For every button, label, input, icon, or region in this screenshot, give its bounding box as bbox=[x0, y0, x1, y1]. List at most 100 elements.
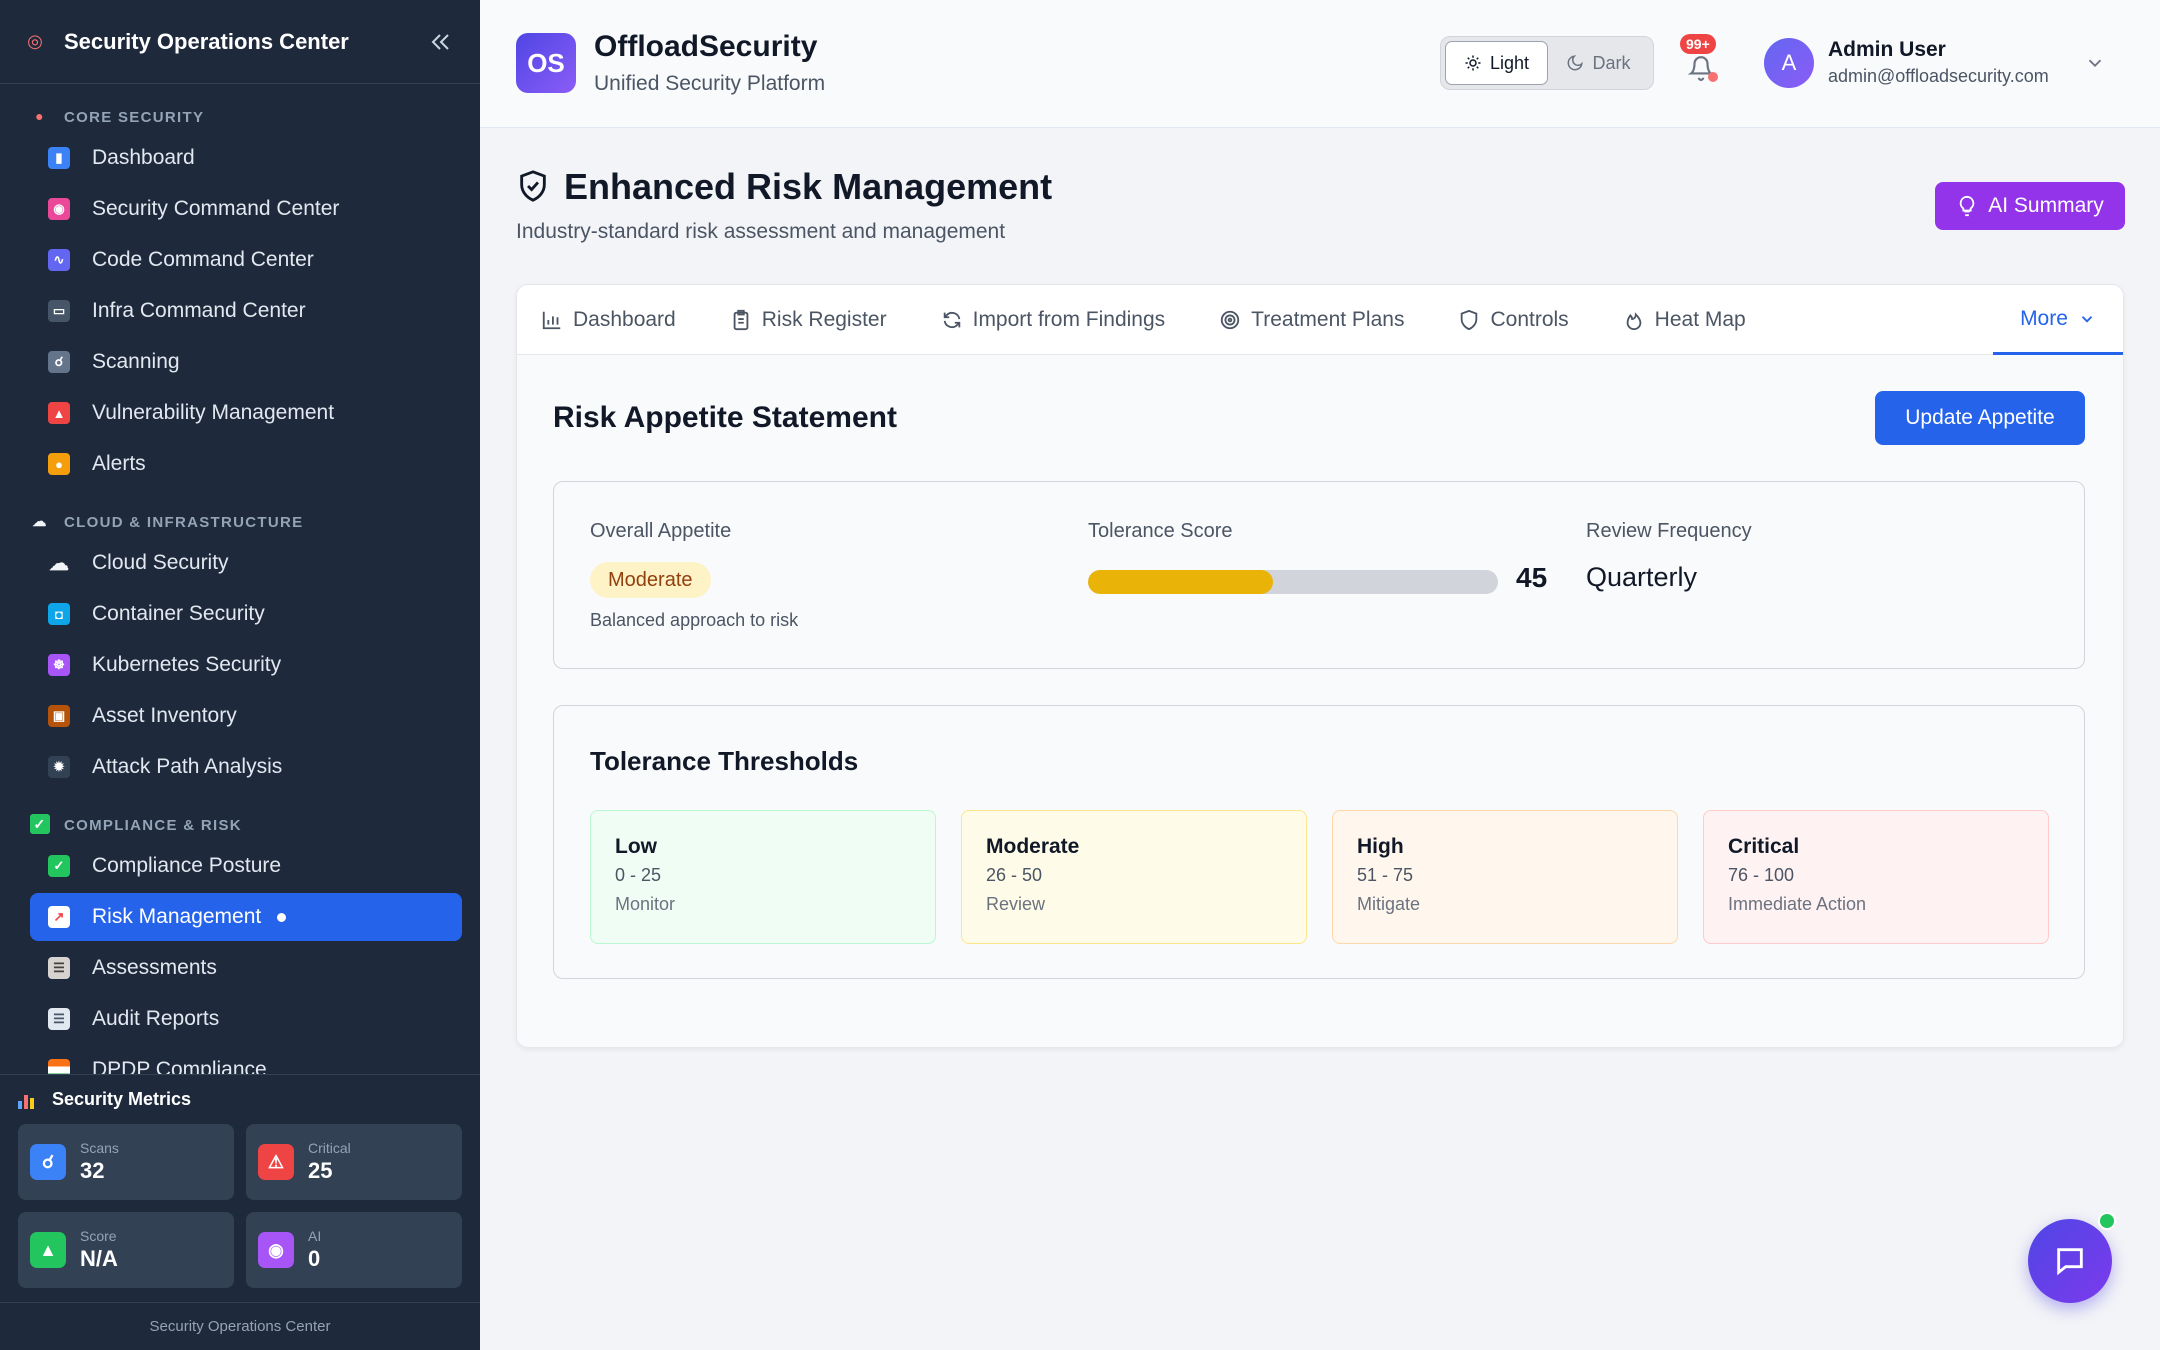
collapse-sidebar-icon[interactable] bbox=[426, 27, 456, 57]
bell-icon: ● bbox=[48, 453, 70, 475]
magnifier-icon: ☌ bbox=[30, 1144, 66, 1180]
tab-label: Heat Map bbox=[1654, 307, 1746, 331]
avatar[interactable]: A bbox=[1764, 38, 1814, 88]
helm-icon: ☸ bbox=[48, 654, 70, 676]
metric-label: Scans bbox=[80, 1140, 119, 1156]
notifications-button[interactable]: 99+ bbox=[1680, 34, 1720, 86]
update-appetite-button[interactable]: Update Appetite bbox=[1875, 391, 2085, 445]
threshold-range: 0 - 25 bbox=[615, 865, 662, 885]
risk-management-card: Dashboard Risk Register Import from Find… bbox=[516, 284, 2124, 1048]
threshold-range: 26 - 50 bbox=[986, 865, 1043, 885]
sidebar-item-label: Asset Inventory bbox=[92, 704, 237, 727]
tolerance-thresholds-box: Tolerance Thresholds Low 0 - 25 Monitor … bbox=[553, 705, 2085, 979]
sidebar-item-attack-path-analysis[interactable]: ✹ Attack Path Analysis bbox=[30, 743, 462, 791]
box-icon: ▣ bbox=[48, 705, 70, 727]
shield-icon bbox=[1461, 309, 1478, 330]
chevron-down-icon bbox=[2081, 315, 2093, 323]
bar-chart-icon bbox=[18, 1091, 36, 1109]
section-label: CORE SECURITY bbox=[64, 109, 205, 126]
chevron-down-icon[interactable] bbox=[2084, 52, 2106, 74]
sidebar-item-dpdp-compliance[interactable]: DPDP Compliance bbox=[30, 1046, 462, 1074]
sidebar-item-label: Scanning bbox=[92, 350, 180, 373]
threshold-range: 76 - 100 bbox=[1728, 865, 1795, 885]
sidebar-item-compliance-posture[interactable]: ✓ Compliance Posture bbox=[30, 842, 462, 890]
chat-button[interactable] bbox=[2028, 1219, 2112, 1303]
moon-icon bbox=[1568, 55, 1584, 71]
sidebar-nav: ● CORE SECURITY ▮ Dashboard ◉ Security Comm… bbox=[0, 86, 480, 1074]
sidebar-item-label: Code Command Center bbox=[92, 248, 314, 271]
user-email: admin@offloadsecurity.com bbox=[1828, 66, 2049, 86]
sidebar-item-cloud-security[interactable]: ☁ Cloud Security bbox=[30, 539, 462, 587]
sidebar-item-code-command-center[interactable]: ∿ Code Command Center bbox=[30, 236, 462, 284]
sidebar-item-assessments[interactable]: ☰ Assessments bbox=[30, 944, 462, 992]
metric-score[interactable]: ▲ Score N/A bbox=[18, 1212, 234, 1288]
page-title: Enhanced Risk Management bbox=[564, 166, 1053, 207]
tab-more[interactable]: More bbox=[1993, 285, 2123, 355]
cloud-icon: ☁ bbox=[32, 512, 48, 529]
threshold-name: High bbox=[1357, 835, 1404, 858]
sidebar-item-audit-reports[interactable]: ☰ Audit Reports bbox=[30, 995, 462, 1043]
target-icon: ◎ bbox=[27, 31, 43, 51]
threshold-range: 51 - 75 bbox=[1357, 865, 1414, 885]
overall-appetite-label: Overall Appetite bbox=[590, 520, 732, 542]
sidebar: ◎ Security Operations Center ● CORE SECUR… bbox=[0, 0, 480, 1350]
sidebar-item-scanning[interactable]: ☌ Scanning bbox=[30, 338, 462, 386]
sidebar-item-infra-command-center[interactable]: ▭ Infra Command Center bbox=[30, 287, 462, 335]
sidebar-item-label: Alerts bbox=[92, 452, 146, 475]
sidebar-item-vulnerability-management[interactable]: ▲ Vulnerability Management bbox=[30, 389, 462, 437]
risk-appetite-panel: Risk Appetite Statement Update Appetite … bbox=[517, 355, 2123, 1047]
appetite-badge: Moderate bbox=[590, 562, 711, 598]
sidebar-item-security-command-center[interactable]: ◉ Security Command Center bbox=[30, 185, 462, 233]
clipboard-icon bbox=[733, 309, 749, 330]
tab-dashboard[interactable]: Dashboard bbox=[541, 308, 676, 332]
theme-dark-label: Dark bbox=[1592, 52, 1631, 73]
chat-icon bbox=[2057, 1248, 2083, 1276]
top-bar: OS OffloadSecurity Unified Security Plat… bbox=[480, 0, 2160, 128]
review-frequency-value: Quarterly bbox=[1586, 562, 1698, 592]
tab-risk-register[interactable]: Risk Register bbox=[730, 308, 887, 332]
tab-controls[interactable]: Controls bbox=[1458, 308, 1569, 332]
magnifier-icon: ☌ bbox=[48, 351, 70, 373]
tolerance-score-value: 45 bbox=[1516, 562, 1548, 593]
sidebar-title: Security Operations Center bbox=[64, 28, 349, 54]
sidebar-item-label: Security Command Center bbox=[92, 197, 340, 220]
robot-icon: ◉ bbox=[258, 1232, 294, 1268]
tab-bar: Dashboard Risk Register Import from Find… bbox=[517, 285, 2123, 355]
theme-dark-button[interactable]: Dark bbox=[1548, 41, 1649, 85]
monitor-icon: ▭ bbox=[48, 300, 70, 322]
sidebar-item-label: Infra Command Center bbox=[92, 299, 306, 322]
tab-import-from-findings[interactable]: Import from Findings bbox=[941, 308, 1165, 332]
sidebar-item-label: Container Security bbox=[92, 602, 265, 625]
section-core-security: ● CORE SECURITY bbox=[0, 86, 480, 134]
notification-dot bbox=[1708, 72, 1718, 82]
theme-light-button[interactable]: Light bbox=[1445, 41, 1548, 85]
flame-icon bbox=[1626, 311, 1642, 330]
warning-icon: ⚠ bbox=[258, 1144, 294, 1180]
sidebar-item-dashboard[interactable]: ▮ Dashboard bbox=[30, 134, 462, 182]
flag-icon bbox=[48, 1059, 70, 1074]
sidebar-item-alerts[interactable]: ● Alerts bbox=[30, 440, 462, 488]
sidebar-item-risk-management[interactable]: ↗ Risk Management bbox=[30, 893, 462, 941]
metric-scans[interactable]: ☌ Scans 32 bbox=[18, 1124, 234, 1200]
metric-label: Score bbox=[80, 1228, 117, 1244]
metric-label: Critical bbox=[308, 1140, 351, 1156]
tab-heat-map[interactable]: Heat Map bbox=[1623, 308, 1746, 332]
metric-critical[interactable]: ⚠ Critical 25 bbox=[246, 1124, 462, 1200]
sidebar-item-label: Vulnerability Management bbox=[92, 401, 335, 424]
tab-treatment-plans[interactable]: Treatment Plans bbox=[1219, 308, 1404, 332]
metric-value: 25 bbox=[308, 1158, 333, 1183]
section-title: Risk Appetite Statement bbox=[553, 401, 897, 434]
sidebar-item-label: Assessments bbox=[92, 956, 217, 979]
sidebar-item-container-security[interactable]: ◘ Container Security bbox=[30, 590, 462, 638]
section-label: COMPLIANCE & RISK bbox=[64, 817, 242, 834]
clipboard-icon: ☰ bbox=[48, 957, 70, 979]
section-compliance-risk: ✓ COMPLIANCE & RISK bbox=[0, 794, 480, 842]
threshold-card-low: Low 0 - 25 Monitor bbox=[590, 810, 936, 944]
ai-summary-button[interactable]: AI Summary bbox=[1935, 182, 2125, 230]
sidebar-item-kubernetes-security[interactable]: ☸ Kubernetes Security bbox=[30, 641, 462, 689]
user-name[interactable]: Admin User bbox=[1828, 38, 1946, 62]
sidebar-header: ◎ Security Operations Center bbox=[0, 0, 480, 84]
metric-ai[interactable]: ◉ AI 0 bbox=[246, 1212, 462, 1288]
sidebar-item-asset-inventory[interactable]: ▣ Asset Inventory bbox=[30, 692, 462, 740]
sidebar-item-label: Kubernetes Security bbox=[92, 653, 282, 676]
